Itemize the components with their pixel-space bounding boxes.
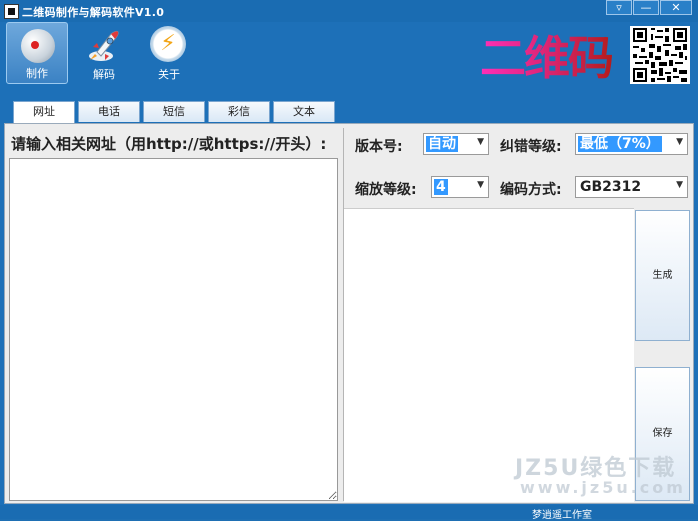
encoding-value: GB2312 [580, 179, 642, 195]
ecc-label: 纠错等级: [500, 139, 562, 155]
menu-button[interactable]: ▿ [606, 0, 632, 15]
title-bar[interactable]: 二维码制作与解码软件V1.0 ▿ — ✕ [0, 0, 698, 22]
rocket-icon [89, 30, 119, 61]
toolbar-make-label: 制作 [26, 67, 48, 80]
scale-label: 缩放等级: [355, 182, 417, 198]
chevron-down-icon: ▼ [477, 180, 484, 190]
app-window: 二维码制作与解码软件V1.0 ▿ — ✕ 制作 解码 ⚡ 关于 二维码 网址 电… [0, 0, 698, 521]
ecc-select[interactable]: 最低（7%） ▼ [575, 133, 688, 155]
version-value: 自动 [426, 136, 458, 152]
url-prompt-label: 请输入相关网址（用http://或https://开头）: [11, 135, 327, 153]
tab-phone[interactable]: 电话 [78, 101, 140, 122]
tab-strip: 网址 电话 短信 彩信 文本 [0, 91, 698, 123]
window-title: 二维码制作与解码软件V1.0 [22, 6, 165, 19]
status-bar: 梦逍遥工作室 [0, 505, 698, 521]
version-label: 版本号: [355, 139, 403, 155]
encoding-label: 编码方式: [500, 182, 562, 198]
tab-content-panel: 请输入相关网址（用http://或https://开头）: 版本号: 自动 ▼ … [4, 123, 694, 504]
encoding-select[interactable]: GB2312 ▼ [575, 176, 688, 198]
lightning-icon: ⚡ [150, 26, 186, 62]
url-input[interactable] [9, 158, 338, 501]
toolbar-decode-label: 解码 [93, 68, 115, 81]
toolbar-decode-button[interactable]: 解码 [73, 22, 135, 84]
close-button[interactable]: ✕ [660, 0, 692, 15]
chevron-down-icon: ▼ [676, 180, 683, 190]
app-icon [4, 4, 19, 19]
brand-logo: 二维码 [480, 22, 614, 88]
toolbar-make-button[interactable]: 制作 [6, 22, 68, 84]
ecc-value: 最低（7%） [578, 136, 662, 152]
scale-select[interactable]: 4 ▼ [431, 176, 489, 198]
tab-sms[interactable]: 短信 [143, 101, 205, 122]
version-select[interactable]: 自动 ▼ [423, 133, 489, 155]
scale-value: 4 [434, 179, 448, 195]
chevron-down-icon: ▼ [676, 137, 683, 147]
tab-text[interactable]: 文本 [273, 101, 335, 122]
sphere-icon [21, 29, 55, 63]
generate-button[interactable]: 生成 [635, 210, 690, 341]
toolbar-about-label: 关于 [158, 68, 180, 81]
tab-url[interactable]: 网址 [13, 101, 75, 123]
tab-mms[interactable]: 彩信 [208, 101, 270, 122]
qr-code-image [630, 26, 690, 84]
watermark-url: www.jz5u.com [520, 478, 686, 497]
toolbar-about-button[interactable]: ⚡ 关于 [138, 22, 200, 84]
chevron-down-icon: ▼ [477, 137, 484, 147]
minimize-button[interactable]: — [633, 0, 659, 15]
